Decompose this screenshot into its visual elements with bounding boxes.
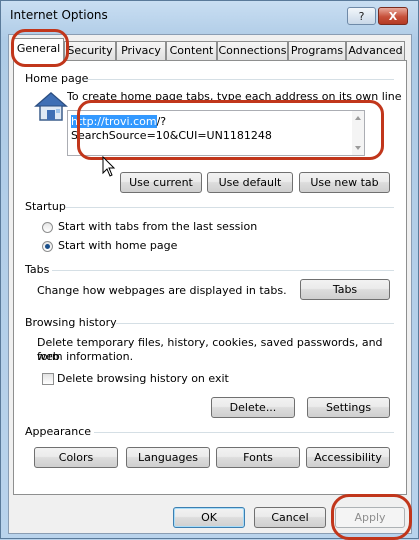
apply-button[interactable]: Apply — [335, 507, 405, 528]
dialog-client: General Security Privacy Content Connect… — [8, 34, 412, 534]
general-panel: Home page To create home page tabs, type… — [13, 60, 407, 495]
browsing-history-description-2: form information. — [37, 350, 134, 363]
delete-button[interactable]: Delete... — [211, 397, 295, 418]
mouse-cursor-icon — [102, 156, 116, 177]
radio-home-page[interactable] — [42, 241, 53, 252]
url-scrollbar[interactable] — [352, 111, 364, 155]
browsing-history-divider — [116, 323, 394, 324]
home-page-divider — [84, 79, 394, 80]
home-page-instructions: To create home page tabs, type each addr… — [67, 90, 402, 103]
title-bar[interactable]: Internet Options ? X — [1, 1, 418, 27]
cancel-button[interactable]: Cancel — [254, 507, 326, 528]
tab-programs[interactable]: Programs — [288, 41, 346, 60]
tab-content[interactable]: Content — [166, 41, 217, 60]
tab-security[interactable]: Security — [64, 41, 116, 60]
tab-privacy[interactable]: Privacy — [116, 41, 166, 60]
tab-advanced[interactable]: Advanced — [346, 41, 405, 60]
home-page-label: Home page — [25, 72, 89, 85]
accessibility-button[interactable]: Accessibility — [306, 447, 390, 468]
startup-divider — [66, 207, 394, 208]
radio-last-session[interactable] — [42, 222, 53, 233]
radio-home-page-label[interactable]: Start with home page — [58, 239, 177, 253]
delete-on-exit-checkbox[interactable] — [42, 373, 54, 385]
radio-last-session-label[interactable]: Start with tabs from the last session — [58, 220, 257, 234]
scroll-down-icon[interactable] — [355, 146, 361, 150]
tab-connections[interactable]: Connections — [217, 41, 288, 60]
browsing-history-label: Browsing history — [25, 316, 117, 329]
settings-button[interactable]: Settings — [307, 397, 390, 418]
appearance-divider — [94, 432, 394, 433]
use-new-tab-button[interactable]: Use new tab — [299, 172, 390, 193]
house-icon — [34, 92, 68, 121]
window-title: Internet Options — [10, 8, 108, 22]
delete-on-exit-label[interactable]: Delete browsing history on exit — [57, 372, 229, 386]
appearance-label: Appearance — [25, 425, 92, 438]
use-current-button[interactable]: Use current — [120, 172, 202, 193]
colors-button[interactable]: Colors — [34, 447, 118, 468]
url-selected-text: http://trovi.com — [71, 115, 157, 128]
home-page-url-field[interactable]: http://trovi.com/?SearchSource=10&CUI=UN… — [67, 110, 365, 156]
use-default-button[interactable]: Use default — [207, 172, 293, 193]
languages-button[interactable]: Languages — [126, 447, 210, 468]
internet-options-window: Internet Options ? X General Security Pr… — [0, 0, 419, 539]
fonts-button[interactable]: Fonts — [216, 447, 300, 468]
tab-general[interactable]: General — [13, 38, 64, 62]
close-icon[interactable]: X — [378, 7, 408, 25]
tabs-section-label: Tabs — [25, 263, 50, 276]
ok-button[interactable]: OK — [173, 507, 245, 528]
tabs-description: Change how webpages are displayed in tab… — [37, 284, 287, 297]
tabs-button[interactable]: Tabs — [300, 279, 390, 300]
scroll-up-icon[interactable] — [355, 116, 361, 120]
tabs-divider — [52, 270, 394, 271]
startup-label: Startup — [25, 200, 66, 213]
help-button[interactable]: ? — [347, 7, 376, 25]
